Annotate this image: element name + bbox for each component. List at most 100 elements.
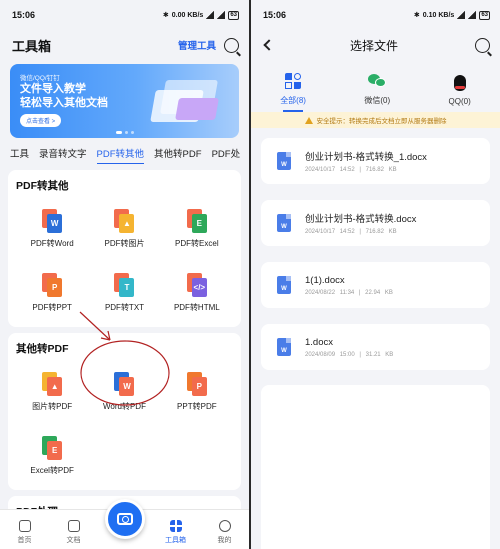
status-time: 15:06 <box>12 10 36 20</box>
file-meta: 2024/10/17 14:52 | 716.82 KB <box>305 229 397 235</box>
tab-other-to-pdf[interactable]: 其他转PDF <box>154 146 202 160</box>
camera-icon <box>117 513 133 525</box>
file-convert-icon: E <box>42 436 63 460</box>
to-pdf-tool-label: 图片转PDF <box>32 402 73 411</box>
bluetooth-icon: ✱ <box>413 12 420 19</box>
file-date: 2024/10/17 14:52 <box>305 229 355 235</box>
file-size: 716.82 KB <box>365 229 397 235</box>
nav-documents[interactable]: 文档 <box>56 520 92 545</box>
source-tab-qq[interactable]: QQ(0) <box>449 74 471 106</box>
source-tab-wechat-label: 微信(0) <box>364 96 391 105</box>
other-to-pdf-section: 其他转PDF ▲ 图片转PDF W Word转PDF P PPT转PDF E Excel转PD… <box>8 333 241 490</box>
security-notice: 安全提示：转换完成后文档立即从服务器删除 <box>251 112 500 128</box>
search-icon[interactable] <box>474 37 490 53</box>
user-icon <box>218 520 231 532</box>
signal-icon-2 <box>468 11 477 19</box>
pdf-to-tool-5[interactable]: </> PDF转HTML <box>161 263 233 323</box>
document-icon <box>67 520 80 532</box>
file-convert-icon: E <box>186 209 207 233</box>
pdf-to-tool-label: PDF转PPT <box>32 303 72 312</box>
file-item[interactable]: W 1.docx 2024/08/09 15:00 | 31.21 KB <box>261 324 490 370</box>
word-doc-icon: W <box>277 214 291 232</box>
warning-icon <box>304 116 313 124</box>
file-size: 716.82 KB <box>365 167 397 173</box>
back-arrow-icon[interactable] <box>263 39 275 51</box>
import-tutorial-banner[interactable]: 微信/QQ/钉钉 文件导入教学 轻松导入其他文档 点击查看 > <box>10 64 239 138</box>
file-convert-icon: W <box>114 372 135 396</box>
select-file-screen: 15:06 ✱ 0.10 KB/s 63 选择文件 全部(8) 微信(0) QQ… <box>251 0 500 549</box>
nav-documents-label: 文档 <box>66 537 81 544</box>
manage-tools-link[interactable]: 管理工具 <box>178 38 216 52</box>
file-item[interactable]: W 1(1).docx 2024/08/22 11:34 | 22.94 KB <box>261 262 490 308</box>
status-time: 15:06 <box>263 10 287 20</box>
qq-icon <box>453 75 466 91</box>
tab-tools[interactable]: 工具 <box>10 146 29 160</box>
source-tab-all[interactable]: 全部(8) <box>280 72 306 106</box>
security-notice-text: 安全提示：转换完成后文档立即从服务器删除 <box>316 118 447 125</box>
word-doc-icon: W <box>277 276 291 294</box>
pdf-to-tool-4[interactable]: T PDF转TXT <box>88 263 160 323</box>
file-convert-icon: P <box>186 372 207 396</box>
pdf-to-tool-label: PDF转TXT <box>104 303 145 312</box>
nav-toolbox-label: 工具箱 <box>165 537 186 544</box>
to-pdf-tool-2[interactable]: P PPT转PDF <box>161 362 233 422</box>
file-date: 2024/08/09 15:00 <box>305 351 355 358</box>
select-file-header: 选择文件 <box>251 30 500 60</box>
to-pdf-tool-label: Excel转PDF <box>30 466 74 475</box>
source-tab-all-label: 全部(8) <box>280 96 306 105</box>
home-icon <box>18 520 31 532</box>
nav-toolbox[interactable]: 工具箱 <box>158 520 194 545</box>
banner-pagination <box>115 131 134 134</box>
file-convert-icon: P <box>42 273 63 297</box>
word-doc-icon: W <box>277 152 291 170</box>
to-pdf-tool-label: PPT转PDF <box>177 402 217 411</box>
pdf-to-tool-0[interactable]: W PDF转Word <box>16 199 88 259</box>
banner-view-button[interactable]: 点击查看 > <box>20 114 62 127</box>
nav-profile[interactable]: 我的 <box>207 520 243 545</box>
nav-home[interactable]: 首页 <box>7 520 43 545</box>
search-icon[interactable] <box>224 37 239 53</box>
signal-icon <box>206 11 215 19</box>
pdf-to-tool-2[interactable]: E PDF转Excel <box>161 199 233 259</box>
file-item[interactable]: W 创业计划书-格式转换.docx 2024/10/17 14:52 | 716.8… <box>261 200 490 246</box>
status-bar: 15:06 ✱ 0.10 KB/s 63 <box>251 0 500 30</box>
file-meta: 2024/08/09 15:00 | 31.21 KB <box>305 351 394 358</box>
pdf-to-other-section: PDF转其他 W PDF转Word ▲ PDF转图片 E PDF转Excel P PDF转PP… <box>8 170 241 327</box>
nav-profile-label: 我的 <box>217 537 232 544</box>
file-size: 22.94 KB <box>365 289 393 296</box>
to-pdf-tool-0[interactable]: ▲ 图片转PDF <box>16 362 88 422</box>
to-pdf-tool-1[interactable]: W Word转PDF <box>88 362 160 422</box>
nav-home-label: 首页 <box>17 537 32 544</box>
file-name: 1(1).docx <box>305 274 345 286</box>
battery-icon: 63 <box>479 10 490 20</box>
file-size: 31.21 KB <box>365 351 394 358</box>
section-title: PDF转其他 <box>16 180 69 192</box>
file-item[interactable]: W 创业计划书-格式转换_1.docx 2024/10/17 14:52 | 716… <box>261 138 490 184</box>
file-meta: 2024/08/22 11:34 | 22.94 KB <box>305 289 393 296</box>
file-convert-icon: ▲ <box>42 372 63 396</box>
network-speed: 0.00 KB/s <box>171 11 204 19</box>
file-date: 2024/08/22 11:34 <box>305 289 355 296</box>
status-bar: 15:06 ✱ 0.00 KB/s 63 <box>0 0 249 30</box>
pdf-to-tool-1[interactable]: ▲ PDF转图片 <box>88 199 160 259</box>
pdf-to-tool-label: PDF转Excel <box>175 239 219 248</box>
tab-pdf-to-other[interactable]: PDF转其他 <box>96 142 145 164</box>
pdf-to-tool-3[interactable]: P PDF转PPT <box>16 263 88 323</box>
file-convert-icon: ▲ <box>114 209 135 233</box>
page-title: 工具箱 <box>12 38 52 54</box>
wechat-icon <box>368 74 387 88</box>
file-list: W 创业计划书-格式转换_1.docx 2024/10/17 14:52 | 716… <box>251 128 500 370</box>
pdf-to-tool-label: PDF转Word <box>30 239 74 248</box>
to-pdf-tool-label: Word转PDF <box>103 402 146 411</box>
tab-pdf-process[interactable]: PDF处 <box>212 146 241 160</box>
to-pdf-tool-3[interactable]: E Excel转PDF <box>16 426 88 486</box>
source-tab-wechat[interactable]: 微信(0) <box>364 72 390 106</box>
network-speed: 0.10 KB/s <box>422 11 455 19</box>
pdf-to-tool-label: PDF转图片 <box>104 239 145 248</box>
source-tab-qq-label: QQ(0) <box>448 97 471 106</box>
file-meta: 2024/10/17 14:52 | 716.82 KB <box>305 167 397 173</box>
tab-audio-to-text[interactable]: 录音转文字 <box>39 146 87 160</box>
file-convert-icon: T <box>114 273 135 297</box>
scan-camera-button[interactable] <box>105 499 145 539</box>
section-title: 其他转PDF <box>16 343 69 355</box>
